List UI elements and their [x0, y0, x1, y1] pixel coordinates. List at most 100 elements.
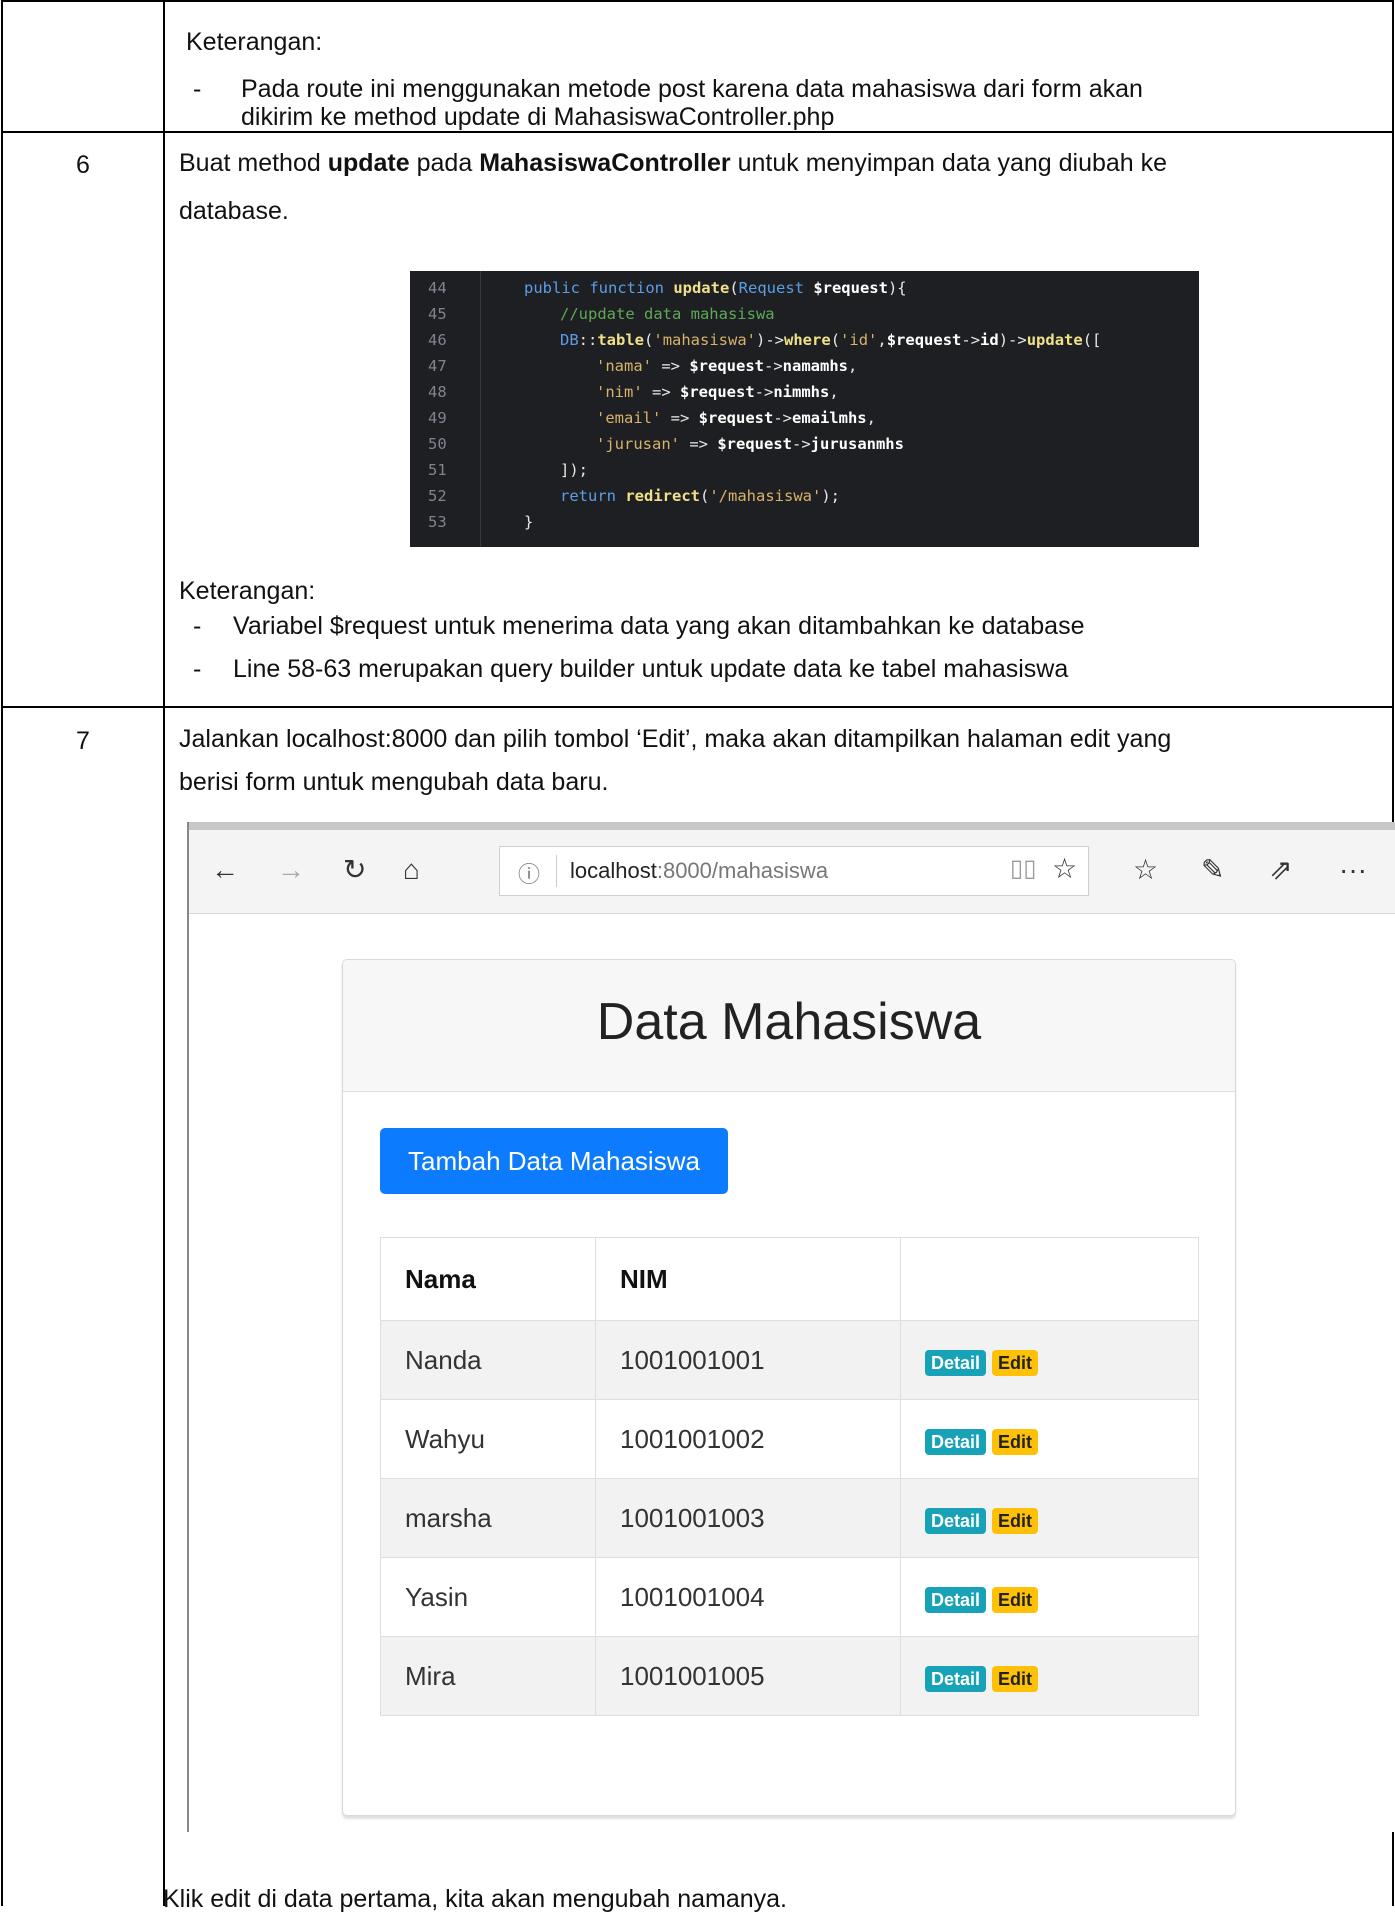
cell-actions: Detail Edit: [900, 1636, 1199, 1716]
cell-actions: Detail Edit: [900, 1320, 1199, 1400]
add-student-button[interactable]: Tambah Data Mahasiswa: [380, 1128, 728, 1194]
tab-strip: [189, 822, 1395, 830]
edit-button[interactable]: Edit: [992, 1349, 1039, 1376]
table-row: Nanda 1001001001 Detail Edit: [380, 1320, 1199, 1400]
line-number: 52: [428, 487, 447, 505]
detail-button[interactable]: Detail: [925, 1428, 987, 1455]
detail-button[interactable]: Detail: [925, 1507, 987, 1534]
browser-screenshot: ← → ↻ ⌂ ⓘ localhost:8000/mahasiswa ▯▯ ☆ …: [187, 822, 1395, 1832]
cell-nim: 1001001003: [595, 1478, 901, 1558]
instruction-bold: MahasiswaController: [479, 149, 731, 177]
note-title: Keterangan:: [179, 577, 316, 605]
cell-actions: Detail Edit: [900, 1557, 1199, 1637]
cell-nama: Mira: [380, 1636, 596, 1716]
line-number: 46: [428, 331, 447, 349]
code-line: return redirect('/mahasiswa');: [560, 487, 840, 505]
share-icon[interactable]: ⇗: [1269, 850, 1292, 890]
line-number: 44: [428, 279, 447, 297]
column-header-actions: [900, 1237, 1199, 1321]
edit-button[interactable]: Edit: [992, 1507, 1039, 1534]
table-header-row: Nama NIM: [380, 1237, 1199, 1321]
code-line: 'nim' => $request->nimmhs,: [596, 383, 839, 401]
browser-toolbar: ← → ↻ ⌂ ⓘ localhost:8000/mahasiswa ▯▯ ☆ …: [189, 830, 1395, 914]
url-text[interactable]: localhost:8000/mahasiswa: [570, 858, 828, 884]
url-path: :8000/mahasiswa: [656, 858, 829, 883]
step-number: 7: [76, 727, 90, 755]
line-number: 48: [428, 383, 447, 401]
data-card: Data Mahasiswa Tambah Data Mahasiswa Nam…: [342, 959, 1236, 1816]
step-number: 6: [76, 151, 90, 179]
cell-nama: Nanda: [380, 1320, 596, 1400]
address-separator: [556, 855, 557, 887]
step-instruction-cont: database.: [179, 197, 289, 225]
detail-button[interactable]: Detail: [925, 1665, 987, 1692]
favorites-list-icon[interactable]: ☆: [1133, 850, 1158, 890]
line-number: 45: [428, 305, 447, 323]
instruction-text: untuk menyimpan data yang diubah ke: [730, 149, 1168, 177]
note-bullet: Pada route ini menggunakan metode post k…: [241, 75, 1143, 103]
note-bullet: dikirim ke method update di MahasiswaCon…: [241, 103, 835, 131]
pen-icon[interactable]: ✎: [1201, 850, 1224, 890]
line-number: 53: [428, 513, 447, 531]
edit-button[interactable]: Edit: [992, 1428, 1039, 1455]
bullet-dash: -: [193, 655, 202, 683]
code-line: }: [524, 513, 534, 531]
more-icon[interactable]: ···: [1339, 850, 1367, 890]
student-table: Nama NIM Nanda 1001001001 Detail Edit Wah…: [380, 1237, 1199, 1716]
code-line: DB::table('mahasiswa')->where('id',$requ…: [560, 331, 1102, 349]
step-instruction: Jalankan localhost:8000 dan pilih tombol…: [179, 725, 1172, 753]
refresh-icon[interactable]: ↻: [343, 850, 366, 890]
footer-text: Klik edit di data pertama, kita akan men…: [163, 1885, 787, 1913]
cell-actions: Detail Edit: [900, 1478, 1199, 1558]
cell-nama: Wahyu: [380, 1399, 596, 1479]
detail-button[interactable]: Detail: [925, 1586, 987, 1613]
instruction-text: pada: [409, 149, 480, 177]
code-line: ]);: [560, 461, 588, 479]
back-arrow-icon[interactable]: ←: [211, 850, 239, 890]
column-header-nama: Nama: [380, 1237, 596, 1321]
code-line: public function update(Request $request)…: [524, 279, 907, 297]
column-header-nim: NIM: [595, 1237, 901, 1321]
line-number: 50: [428, 435, 447, 453]
line-number: 49: [428, 409, 447, 427]
table-row: marsha 1001001003 Detail Edit: [380, 1478, 1199, 1558]
line-number: 51: [428, 461, 447, 479]
step-instruction-cont: berisi form untuk mengubah data baru.: [179, 768, 609, 796]
page-title: Data Mahasiswa: [596, 993, 982, 1051]
cell-nim: 1001001002: [595, 1399, 901, 1479]
code-line: 'email' => $request->emailmhs,: [596, 409, 876, 427]
instruction-text: Buat method: [179, 149, 328, 177]
table-row: Mira 1001001005 Detail Edit: [380, 1636, 1199, 1716]
url-host: localhost: [570, 858, 657, 883]
detail-button[interactable]: Detail: [925, 1349, 987, 1376]
row-divider: [3, 706, 1392, 708]
edit-button[interactable]: Edit: [992, 1665, 1039, 1692]
address-bar[interactable]: ⓘ localhost:8000/mahasiswa ▯▯ ☆: [499, 846, 1089, 896]
code-line: 'nama' => $request->namamhs,: [596, 357, 858, 375]
info-icon[interactable]: ⓘ: [518, 857, 540, 889]
table-row: Wahyu 1001001002 Detail Edit: [380, 1399, 1199, 1479]
column-divider: [163, 0, 165, 1906]
card-header: Data Mahasiswa: [343, 960, 1235, 1092]
edit-button[interactable]: Edit: [992, 1586, 1039, 1613]
note-bullet: Variabel $request untuk menerima data ya…: [233, 612, 1085, 640]
home-icon[interactable]: ⌂: [403, 850, 420, 890]
cell-nim: 1001001004: [595, 1557, 901, 1637]
code-line: //update data mahasiswa: [560, 305, 775, 323]
line-number: 47: [428, 357, 447, 375]
cell-nama: marsha: [380, 1478, 596, 1558]
favorite-star-icon[interactable]: ☆: [1052, 852, 1077, 885]
row-divider: [3, 131, 1392, 133]
table-row: Yasin 1001001004 Detail Edit: [380, 1557, 1199, 1637]
cell-nim: 1001001001: [595, 1320, 901, 1400]
code-line: 'jurusan' => $request->jurusanmhs: [596, 435, 904, 453]
reading-view-icon[interactable]: ▯▯: [1010, 854, 1036, 883]
cell-nama: Yasin: [380, 1557, 596, 1637]
table-top-border: [3, 0, 1392, 2]
bullet-dash: -: [193, 75, 202, 103]
code-screenshot: 44 45 46 47 48 49 50 51 52 53 public fun…: [410, 271, 1199, 547]
step-instruction: Buat method update pada MahasiswaControl…: [179, 147, 1167, 180]
bullet-dash: -: [193, 612, 202, 640]
cell-actions: Detail Edit: [900, 1399, 1199, 1479]
forward-arrow-icon[interactable]: →: [277, 850, 305, 890]
